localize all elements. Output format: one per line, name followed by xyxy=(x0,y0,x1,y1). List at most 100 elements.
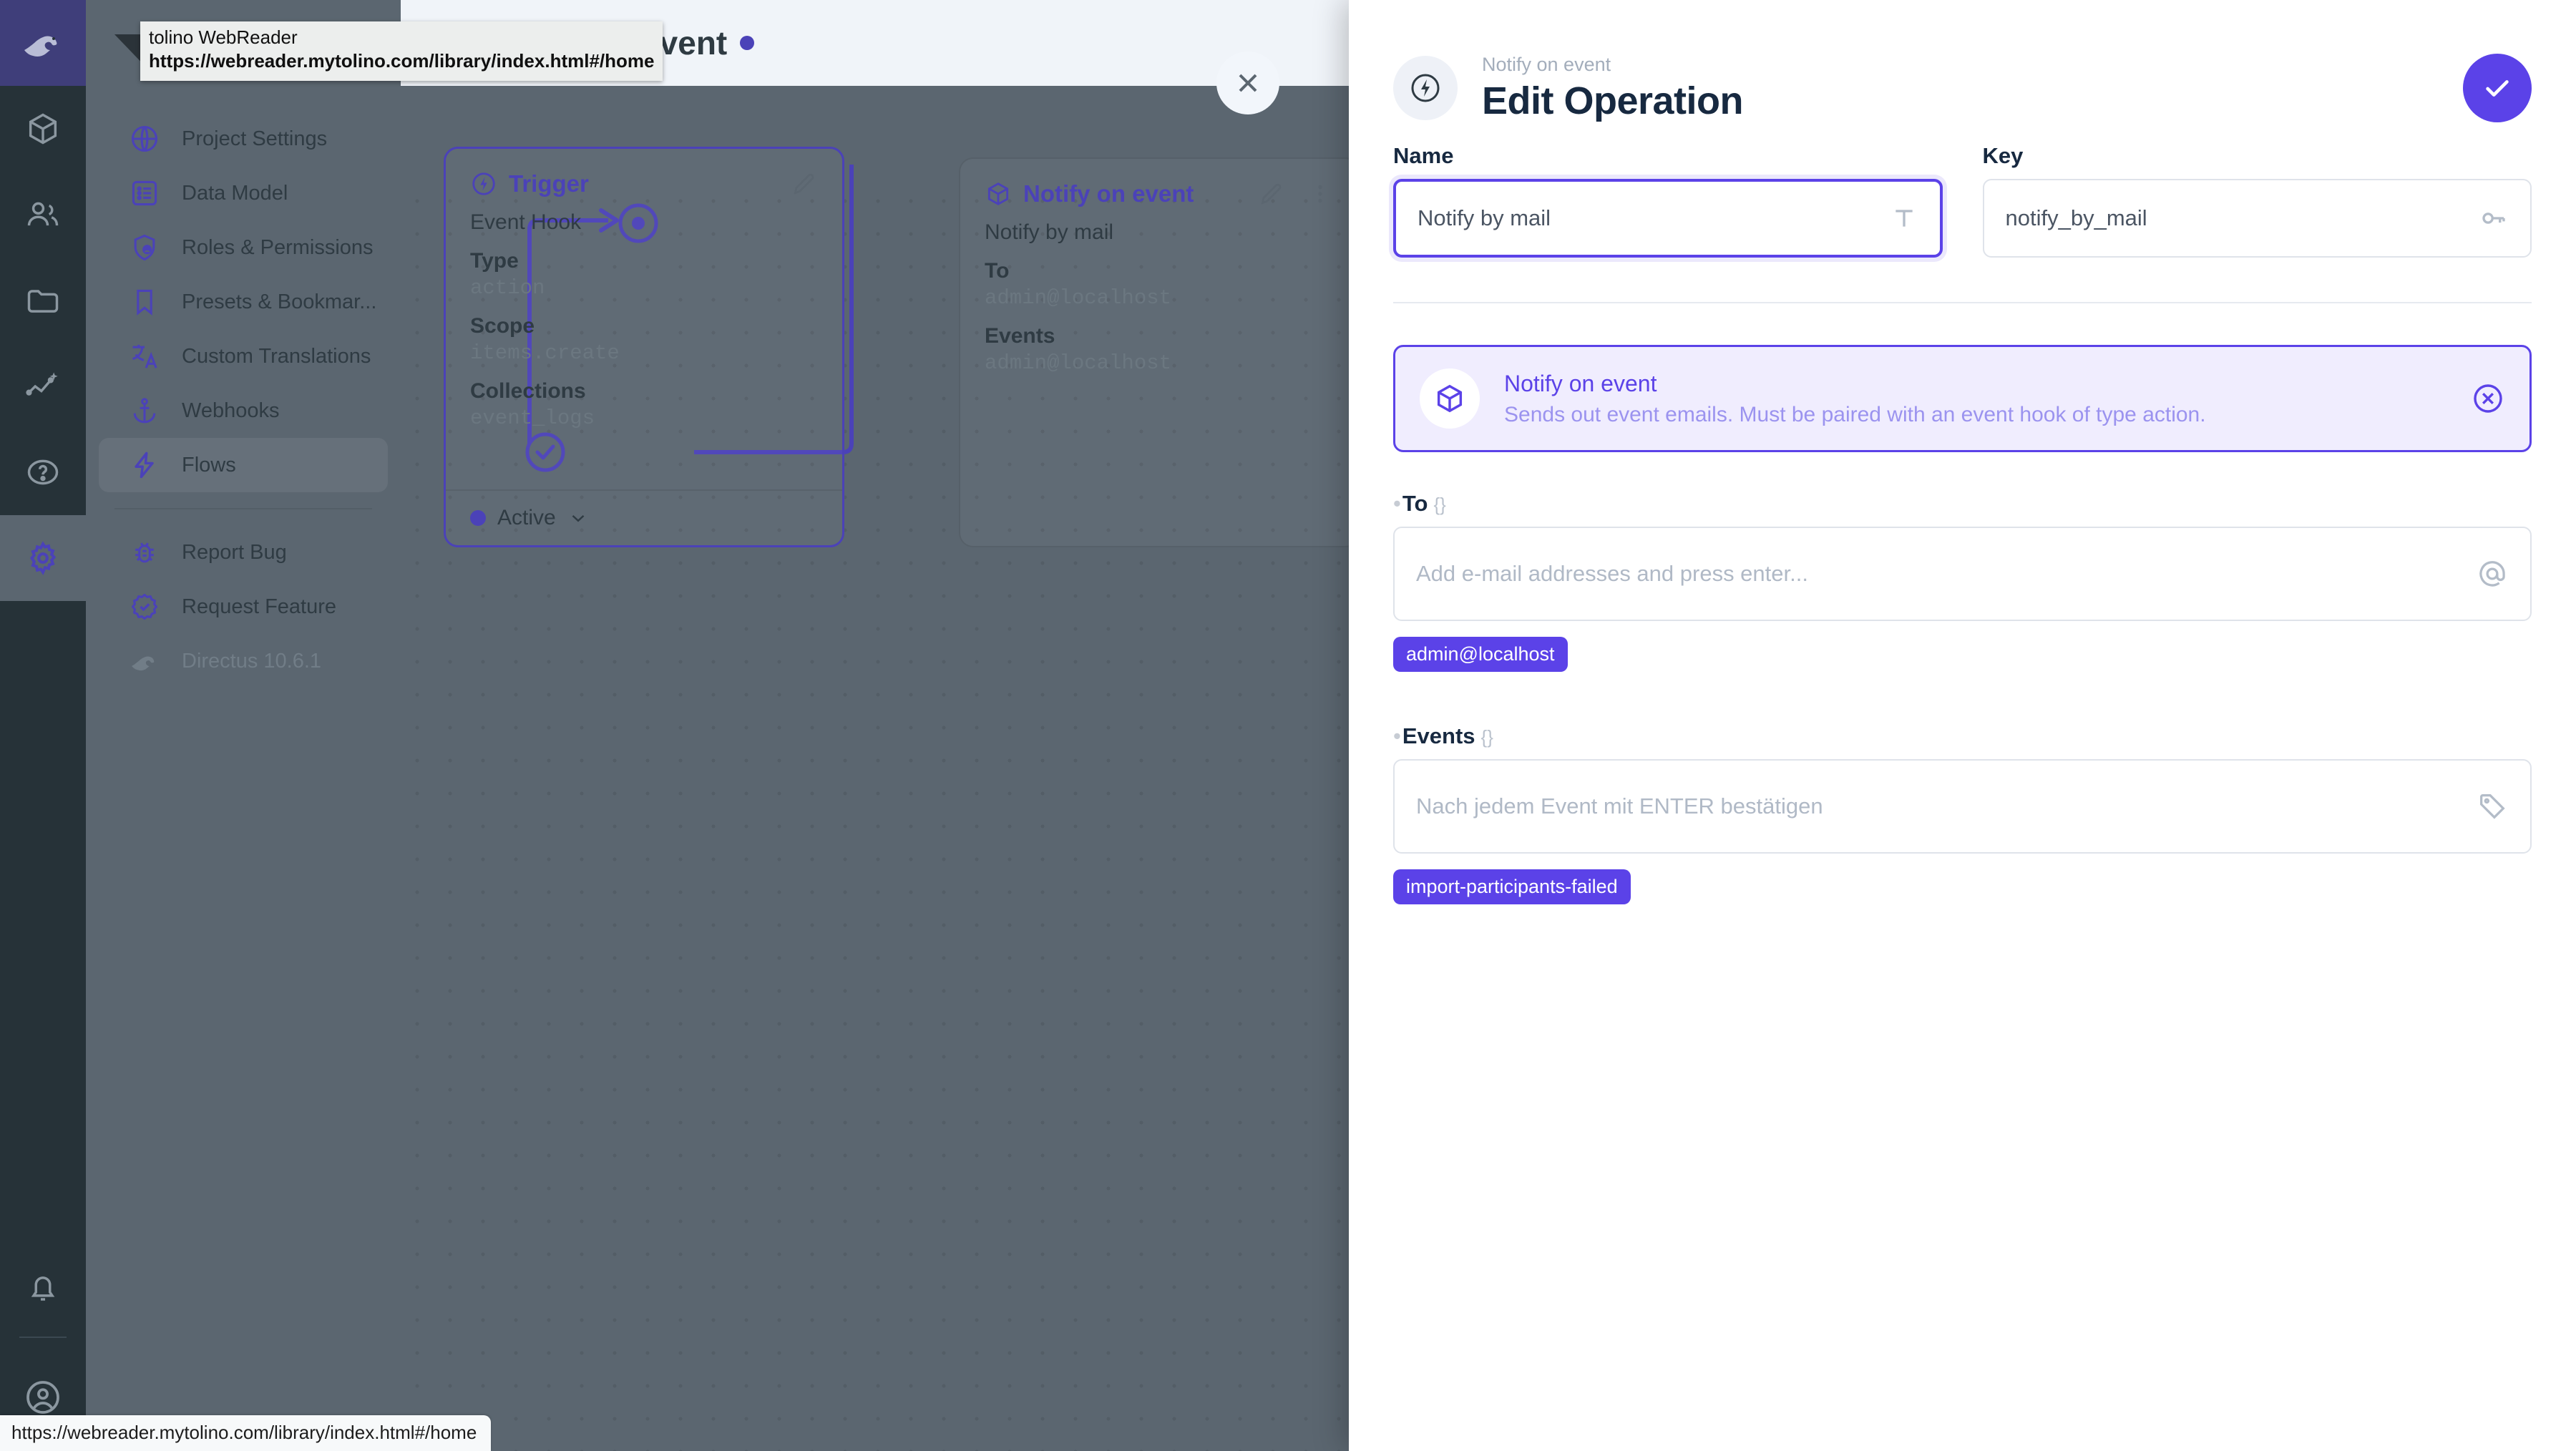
sidebar-item-request-feature[interactable]: Request Feature xyxy=(99,580,388,634)
settings-sidebar: Project Settings Data Model Roles & Perm… xyxy=(86,0,401,1451)
dots-vertical-icon[interactable] xyxy=(1307,180,1334,207)
flash-circle-icon xyxy=(1393,56,1458,120)
drawer-header: Notify on event Edit Operation xyxy=(1349,0,2576,143)
sidebar-item-webhooks[interactable]: Webhooks xyxy=(99,383,388,438)
at-icon xyxy=(2476,557,2509,590)
globe-icon xyxy=(127,122,162,156)
name-input[interactable]: Notify by mail xyxy=(1393,179,1943,258)
tag-icon xyxy=(2476,790,2509,823)
node-field-value: event_logs xyxy=(470,406,595,430)
sidebar-item-label: Roles & Permissions xyxy=(182,235,374,259)
rail-divider xyxy=(19,1337,67,1338)
key-icon xyxy=(2479,203,2509,233)
to-field-label: •To{} xyxy=(1393,491,2532,517)
to-field-group: •To{} Add e-mail addresses and press ent… xyxy=(1393,491,2532,672)
sidebar-item-roles-permissions[interactable]: Roles & Permissions xyxy=(99,220,388,275)
module-rail-item-content[interactable] xyxy=(0,86,86,172)
node-status-toggle[interactable]: Active xyxy=(446,489,842,545)
flow-node-trigger[interactable]: Trigger Event Hook Type action Scope ite… xyxy=(444,147,844,547)
app-root: Project Settings Data Model Roles & Perm… xyxy=(0,0,2576,1451)
node-header: Notify on event xyxy=(985,180,1334,207)
chevron-down-icon xyxy=(567,507,589,529)
name-key-row: Name Notify by mail Key notify_by_mail xyxy=(1393,143,2532,258)
node-header: Trigger xyxy=(470,170,818,197)
sidebar-item-label: Custom Translations xyxy=(182,344,371,368)
tooltip-url: https://webreader.mytolino.com/library/i… xyxy=(149,50,655,72)
braces-icon: {} xyxy=(1433,494,1446,515)
badge-check-icon xyxy=(127,590,162,624)
name-field-label: Name xyxy=(1393,143,1454,168)
sidebar-nav-list: Project Settings Data Model Roles & Perm… xyxy=(86,86,401,688)
bell-icon[interactable] xyxy=(0,1245,86,1331)
key-field-label: Key xyxy=(1982,143,2024,168)
module-rail-item-file-library[interactable] xyxy=(0,258,86,343)
node-field-label: Events xyxy=(985,324,1055,348)
to-chip[interactable]: admin@localhost xyxy=(1393,637,1568,672)
node-field-value: admin@localhost xyxy=(985,286,1172,310)
events-chip-list: import-participants-failed xyxy=(1393,869,2532,904)
module-rail xyxy=(0,0,86,1451)
node-subtitle: Notify by mail xyxy=(985,220,1114,244)
flow-node-notify-on-event[interactable]: Notify on event Notify by mail To admin@… xyxy=(959,157,1360,547)
edit-operation-drawer: Notify on event Edit Operation Name Noti… xyxy=(1349,0,2576,1451)
sidebar-divider xyxy=(114,508,372,509)
module-rail-item-settings[interactable] xyxy=(0,515,86,601)
events-input[interactable]: Nach jedem Event mit ENTER bestätigen xyxy=(1393,759,2532,854)
key-input[interactable]: notify_by_mail xyxy=(1982,179,2532,258)
events-input-placeholder: Nach jedem Event mit ENTER bestätigen xyxy=(1416,793,1823,819)
drawer-divider xyxy=(1393,302,2532,303)
node-field-label: Scope xyxy=(470,314,535,338)
browser-status-url: https://webreader.mytolino.com/library/i… xyxy=(0,1415,492,1451)
translate-icon xyxy=(127,339,162,373)
sidebar-item-label: Presets & Bookmar... xyxy=(182,290,377,313)
list-box-icon xyxy=(127,176,162,210)
events-chip[interactable]: import-participants-failed xyxy=(1393,869,1631,904)
shield-account-icon xyxy=(127,230,162,265)
name-field-group: Name Notify by mail xyxy=(1393,143,1943,258)
drawer-eyebrow: Notify on event xyxy=(1482,53,1611,75)
node-title: Notify on event xyxy=(1023,180,1194,207)
sidebar-item-presets-bookmarks[interactable]: Presets & Bookmar... xyxy=(99,275,388,329)
operation-card-description: Sends out event emails. Must be paired w… xyxy=(1504,402,2206,426)
sidebar-item-label: Project Settings xyxy=(182,127,328,150)
node-title: Trigger xyxy=(509,170,589,197)
anchor-icon xyxy=(127,394,162,428)
to-input[interactable]: Add e-mail addresses and press enter... xyxy=(1393,527,2532,621)
browser-link-tooltip: tolino WebReader https://webreader.mytol… xyxy=(140,21,663,81)
node-status-label: Active xyxy=(497,506,556,529)
module-rail-item-user-directory[interactable] xyxy=(0,172,86,258)
close-icon[interactable] xyxy=(1216,52,1279,114)
tooltip-title: tolino WebReader xyxy=(149,26,298,48)
braces-icon: {} xyxy=(1480,726,1493,748)
close-circle-icon[interactable] xyxy=(2471,381,2505,416)
sidebar-item-label: Webhooks xyxy=(182,399,280,422)
sidebar-version-label: Directus 10.6.1 xyxy=(182,649,322,673)
sidebar-item-project-settings[interactable]: Project Settings xyxy=(99,112,388,166)
pencil-icon[interactable] xyxy=(1258,180,1285,207)
directus-rabbit-logo-icon[interactable] xyxy=(0,0,86,86)
text-format-icon xyxy=(1890,204,1918,233)
node-field-value: items.create xyxy=(470,341,620,365)
sidebar-item-report-bug[interactable]: Report Bug xyxy=(99,525,388,580)
sidebar-item-flows[interactable]: Flows xyxy=(99,438,388,492)
sidebar-item-custom-translations[interactable]: Custom Translations xyxy=(99,329,388,383)
key-field-group: Key notify_by_mail xyxy=(1982,143,2532,258)
save-button[interactable] xyxy=(2463,54,2532,122)
to-label-text: To xyxy=(1402,491,1428,516)
node-field-label: Collections xyxy=(470,379,586,403)
pencil-icon[interactable] xyxy=(791,170,818,197)
operation-type-card[interactable]: Notify on event Sends out event emails. … xyxy=(1393,345,2532,452)
sidebar-item-label: Flows xyxy=(182,453,236,477)
sidebar-item-label: Request Feature xyxy=(182,595,337,618)
operation-card-title: Notify on event xyxy=(1504,370,1657,396)
bookmark-icon xyxy=(127,285,162,319)
module-rail-item-help[interactable] xyxy=(0,429,86,515)
events-field-label: •Events{} xyxy=(1393,723,2532,749)
required-marker: • xyxy=(1393,723,1401,748)
sidebar-item-data-model[interactable]: Data Model xyxy=(99,166,388,220)
bug-icon xyxy=(127,535,162,570)
status-badge xyxy=(740,36,755,50)
node-field-label: To xyxy=(985,259,1010,283)
module-rail-item-insights[interactable] xyxy=(0,343,86,429)
events-field-group: •Events{} Nach jedem Event mit ENTER bes… xyxy=(1393,723,2532,904)
